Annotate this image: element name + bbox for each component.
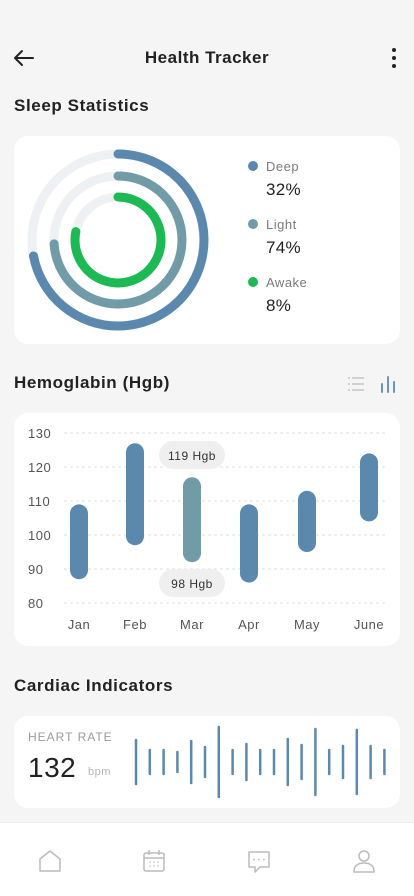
y-tick-label: 110: [28, 494, 50, 509]
y-tick-label: 80: [28, 596, 43, 611]
x-tick-label: Jan: [68, 617, 90, 632]
more-vertical-icon[interactable]: [384, 46, 404, 70]
bar-june[interactable]: [360, 453, 378, 522]
legend-item-deep: Deep 32%: [248, 158, 307, 200]
bar-apr[interactable]: [240, 504, 258, 583]
list-icon[interactable]: [346, 374, 366, 394]
bar-feb[interactable]: [126, 443, 144, 546]
hemoglobin-chart: 130 120 110 100 90 80 Jan Feb Mar Apr May June 119 H…: [28, 426, 386, 632]
legend-item-light: Light 74%: [248, 216, 307, 258]
chat-icon[interactable]: [245, 847, 273, 875]
heart-rate-unit: bpm: [88, 766, 111, 778]
page-title: Health Tracker: [144, 48, 270, 67]
bar-chart-icon[interactable]: [378, 374, 398, 394]
heart-rate-value: 132: [28, 752, 77, 783]
x-tick-label: June: [354, 617, 384, 632]
home-icon[interactable]: [36, 847, 64, 875]
legend-value: 32%: [266, 180, 301, 199]
legend-value: 74%: [266, 238, 301, 257]
y-tick-label: 130: [28, 426, 51, 441]
legend-label: Deep: [266, 158, 300, 174]
x-tick-label: Mar: [180, 617, 204, 632]
hemoglobin-section-title: Hemoglabin (Hgb): [14, 373, 170, 392]
heart-rate-waveform: [134, 725, 386, 799]
bar-jan[interactable]: [70, 504, 88, 580]
bar-mar[interactable]: [183, 477, 201, 563]
y-tick-label: 120: [28, 460, 51, 475]
legend-dot-deep: [248, 161, 258, 171]
tooltip-label: 98 Hgb: [171, 577, 213, 591]
bottom-navigation: [0, 822, 414, 896]
heart-rate-label: HEART RATE: [28, 730, 113, 744]
cardiac-section-title: Cardiac Indicators: [14, 676, 174, 695]
legend-value: 8%: [266, 296, 292, 315]
sleep-legend: Deep 32% Light 74% Awake 8%: [248, 158, 307, 332]
legend-item-awake: Awake 8%: [248, 274, 307, 316]
profile-icon[interactable]: [350, 847, 378, 875]
calendar-icon[interactable]: [140, 847, 168, 875]
app-header: Health Tracker: [0, 36, 414, 80]
legend-label: Light: [266, 216, 297, 232]
tooltip-label: 119 Hgb: [168, 449, 216, 463]
legend-label: Awake: [266, 274, 308, 290]
sleep-card: Deep 32% Light 74% Awake 8%: [14, 136, 400, 344]
x-tick-label: Feb: [123, 617, 147, 632]
heart-rate-card[interactable]: HEART RATE 132 bpm: [14, 716, 400, 808]
sleep-rings: [27, 149, 209, 331]
view-toggle: [342, 372, 402, 396]
hemoglobin-chart-card: 130 120 110 100 90 80 Jan Feb Mar Apr May June 119 H…: [14, 413, 400, 646]
y-tick-label: 90: [28, 562, 43, 577]
legend-dot-light: [248, 219, 258, 229]
x-tick-label: Apr: [238, 617, 260, 632]
y-tick-label: 100: [28, 528, 51, 543]
legend-dot-awake: [248, 277, 258, 287]
x-tick-label: May: [294, 617, 320, 632]
sleep-section-title: Sleep Statistics: [14, 96, 150, 115]
bar-may[interactable]: [298, 490, 316, 552]
